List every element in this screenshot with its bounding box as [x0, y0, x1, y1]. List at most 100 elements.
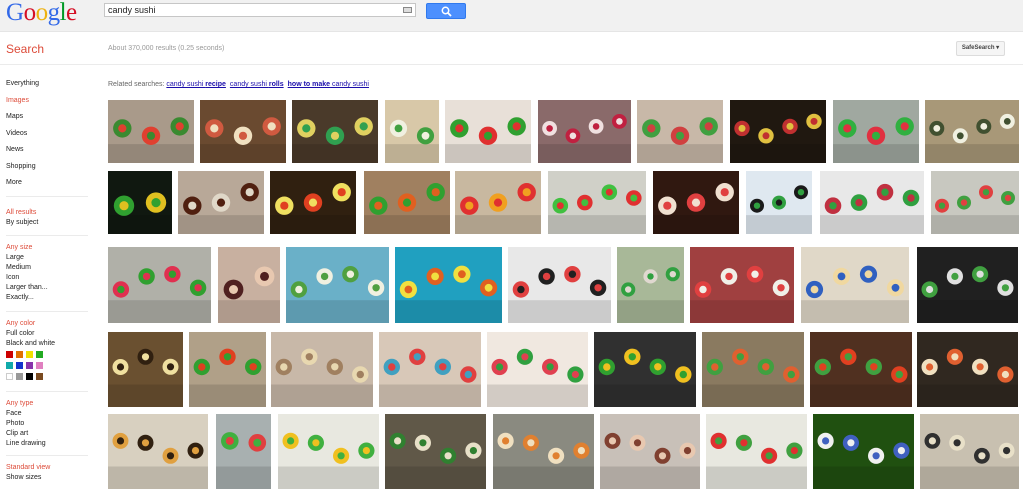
image-result[interactable] [617, 247, 684, 323]
view-option[interactable]: Show sizes [6, 474, 41, 481]
image-result[interactable] [538, 100, 631, 163]
size-option[interactable]: Exactly... [6, 294, 34, 301]
image-result[interactable] [108, 171, 172, 234]
image-result[interactable] [920, 414, 1019, 489]
image-result[interactable] [917, 247, 1018, 323]
type-option[interactable]: Line drawing [6, 440, 46, 447]
image-result[interactable] [108, 100, 194, 163]
filter-any-size[interactable]: Any size [6, 244, 32, 251]
image-result[interactable] [395, 247, 502, 323]
image-result[interactable] [548, 171, 646, 234]
image-result[interactable] [200, 100, 286, 163]
image-thumbnail [385, 414, 486, 489]
image-result[interactable] [108, 414, 208, 489]
color-swatch[interactable] [36, 362, 43, 369]
related-link[interactable]: how to make candy sushi [288, 81, 369, 88]
safesearch-button[interactable]: SafeSearch ▾ [956, 41, 1005, 56]
filter-any-type[interactable]: Any type [6, 400, 33, 407]
image-result[interactable] [801, 247, 909, 323]
google-logo[interactable]: Google [6, 0, 77, 26]
color-swatch[interactable] [26, 373, 33, 380]
image-result[interactable] [178, 171, 264, 234]
image-result[interactable] [487, 332, 588, 407]
color-swatch[interactable] [16, 362, 23, 369]
image-result[interactable] [730, 100, 826, 163]
image-thumbnail [395, 247, 502, 323]
image-result[interactable] [286, 247, 389, 323]
image-result[interactable] [385, 414, 486, 489]
type-option[interactable]: Face [6, 410, 22, 417]
type-option[interactable]: Clip art [6, 430, 28, 437]
image-result[interactable] [600, 414, 700, 489]
sidebar-item-images[interactable]: Images [6, 97, 29, 104]
image-result[interactable] [292, 100, 378, 163]
filter-any-color[interactable]: Any color [6, 320, 35, 327]
size-option[interactable]: Larger than... [6, 284, 48, 291]
image-thumbnail [617, 247, 684, 323]
size-option[interactable]: Icon [6, 274, 19, 281]
image-result[interactable] [931, 171, 1019, 234]
color-swatch[interactable] [16, 373, 23, 380]
image-result[interactable] [278, 414, 379, 489]
related-link[interactable]: candy sushi recipe [166, 81, 226, 88]
sidebar-item-shopping[interactable]: Shopping [6, 163, 36, 170]
type-option[interactable]: Photo [6, 420, 24, 427]
size-option[interactable]: Medium [6, 264, 31, 271]
color-swatch[interactable] [6, 373, 13, 380]
image-result[interactable] [218, 247, 280, 323]
color-swatch[interactable] [36, 373, 43, 380]
image-result[interactable] [917, 332, 1018, 407]
image-result[interactable] [594, 332, 696, 407]
color-swatch[interactable] [26, 351, 33, 358]
color-swatch[interactable] [26, 362, 33, 369]
image-result[interactable] [702, 332, 804, 407]
sidebar-item-more[interactable]: More [6, 179, 22, 186]
color-swatch[interactable] [16, 351, 23, 358]
image-result[interactable] [820, 171, 924, 234]
image-result[interactable] [445, 100, 531, 163]
color-option[interactable]: Black and white [6, 340, 55, 347]
image-result[interactable] [746, 171, 812, 234]
image-result[interactable] [493, 414, 594, 489]
color-swatch[interactable] [6, 362, 13, 369]
image-thumbnail [292, 100, 378, 163]
image-result[interactable] [455, 171, 541, 234]
search-box[interactable] [104, 3, 416, 17]
image-thumbnail [108, 171, 172, 234]
related-link[interactable]: candy sushi rolls [230, 81, 284, 88]
image-result[interactable] [108, 247, 211, 323]
image-result[interactable] [833, 100, 919, 163]
sidebar-item-news[interactable]: News [6, 146, 24, 153]
color-option[interactable]: Full color [6, 330, 34, 337]
image-result[interactable] [385, 100, 439, 163]
keyboard-icon[interactable] [403, 7, 412, 13]
filter-standard-view[interactable]: Standard view [6, 464, 50, 471]
image-result[interactable] [637, 100, 723, 163]
sidebar-item-everything[interactable]: Everything [6, 80, 39, 87]
sidebar-item-videos[interactable]: Videos [6, 130, 27, 137]
color-swatch[interactable] [6, 351, 13, 358]
filter-by-subject[interactable]: By subject [6, 219, 38, 226]
color-swatch[interactable] [36, 351, 43, 358]
image-result[interactable] [189, 332, 266, 407]
image-result[interactable] [216, 414, 271, 489]
image-result[interactable] [813, 414, 914, 489]
image-result[interactable] [810, 332, 912, 407]
size-option[interactable]: Large [6, 254, 24, 261]
image-result[interactable] [653, 171, 739, 234]
image-result[interactable] [690, 247, 794, 323]
image-result[interactable] [108, 332, 183, 407]
filter-all-results[interactable]: All results [6, 209, 36, 216]
sidebar-item-maps[interactable]: Maps [6, 113, 23, 120]
search-input[interactable] [108, 4, 398, 16]
image-result[interactable] [364, 171, 450, 234]
image-result[interactable] [271, 332, 373, 407]
image-result[interactable] [379, 332, 481, 407]
image-result[interactable] [706, 414, 807, 489]
image-result[interactable] [508, 247, 611, 323]
image-result[interactable] [270, 171, 356, 234]
image-result[interactable] [925, 100, 1019, 163]
image-thumbnail [108, 100, 194, 163]
search-button[interactable] [426, 3, 466, 19]
image-thumbnail [487, 332, 588, 407]
